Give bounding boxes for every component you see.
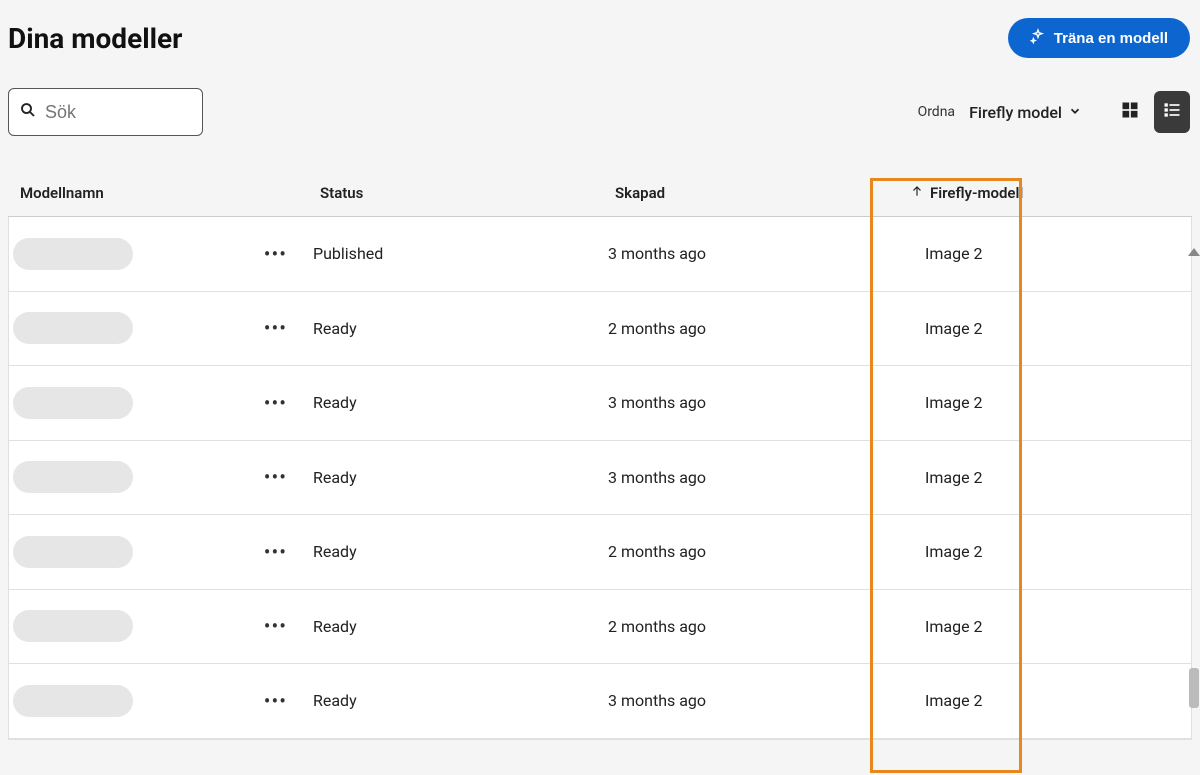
firefly-cell: Image 2 <box>903 393 1193 412</box>
status-cell: Published <box>313 244 608 263</box>
model-name-placeholder <box>13 312 133 344</box>
column-header-status[interactable]: Status <box>320 184 615 202</box>
search-input-wrapper[interactable] <box>8 88 203 136</box>
created-cell: 2 months ago <box>608 617 903 636</box>
sort-arrow-up-icon <box>910 184 924 202</box>
sort-dropdown[interactable]: Firefly model <box>969 103 1082 122</box>
table-row[interactable]: ••• Ready 2 months ago Image 2 <box>9 590 1191 665</box>
more-actions-button[interactable]: ••• <box>258 312 293 344</box>
column-header-created[interactable]: Skapad <box>615 184 910 202</box>
firefly-cell: Image 2 <box>903 244 1193 263</box>
firefly-cell: Image 2 <box>903 542 1193 561</box>
model-name-placeholder <box>13 685 133 717</box>
scroll-up-arrow-icon <box>1188 248 1200 256</box>
table-header-row: Modellnamn Status Skapad Firefly-modell <box>8 156 1192 217</box>
status-cell: Ready <box>313 617 608 636</box>
more-actions-button[interactable]: ••• <box>258 610 293 642</box>
created-cell: 3 months ago <box>608 468 903 487</box>
model-name-placeholder <box>13 387 133 419</box>
created-cell: 3 months ago <box>608 393 903 412</box>
created-cell: 2 months ago <box>608 319 903 338</box>
firefly-cell: Image 2 <box>903 691 1193 710</box>
chevron-down-icon <box>1068 103 1082 122</box>
more-actions-button[interactable]: ••• <box>258 387 293 419</box>
more-actions-button[interactable]: ••• <box>258 536 293 568</box>
model-name-placeholder <box>13 238 133 270</box>
model-name-placeholder <box>13 610 133 642</box>
list-view-button[interactable] <box>1154 91 1190 133</box>
status-cell: Ready <box>313 319 608 338</box>
page-title: Dina modeller <box>8 22 182 55</box>
sort-label: Ordna <box>918 104 956 120</box>
scrollbar[interactable] <box>1188 248 1200 768</box>
train-model-label: Träna en modell <box>1054 30 1168 47</box>
grid-view-button[interactable] <box>1112 91 1148 133</box>
scroll-thumb[interactable] <box>1189 668 1199 708</box>
created-cell: 3 months ago <box>608 244 903 263</box>
status-cell: Ready <box>313 393 608 412</box>
firefly-cell: Image 2 <box>903 468 1193 487</box>
search-input[interactable] <box>45 102 192 123</box>
model-name-placeholder <box>13 536 133 568</box>
table-row[interactable]: ••• Ready 3 months ago Image 2 <box>9 366 1191 441</box>
status-cell: Ready <box>313 468 608 487</box>
table-row[interactable]: ••• Ready 3 months ago Image 2 <box>9 441 1191 516</box>
sparkle-icon <box>1030 28 1046 48</box>
sort-selected-value: Firefly model <box>969 103 1062 122</box>
firefly-cell: Image 2 <box>903 319 1193 338</box>
status-cell: Ready <box>313 691 608 710</box>
column-header-name[interactable]: Modellnamn <box>20 184 320 202</box>
list-icon <box>1162 100 1182 124</box>
more-actions-button[interactable]: ••• <box>258 461 293 493</box>
status-cell: Ready <box>313 542 608 561</box>
table-row[interactable]: ••• Ready 2 months ago Image 2 <box>9 515 1191 590</box>
firefly-cell: Image 2 <box>903 617 1193 636</box>
created-cell: 3 months ago <box>608 691 903 710</box>
more-actions-button[interactable]: ••• <box>258 238 293 270</box>
train-model-button[interactable]: Träna en modell <box>1008 18 1190 58</box>
created-cell: 2 months ago <box>608 542 903 561</box>
table-row[interactable]: ••• Published 3 months ago Image 2 <box>9 217 1191 292</box>
column-header-firefly[interactable]: Firefly-modell <box>910 184 1200 202</box>
more-actions-button[interactable]: ••• <box>258 685 293 717</box>
table-row[interactable]: ••• Ready 2 months ago Image 2 <box>9 292 1191 367</box>
search-icon <box>19 101 37 123</box>
table-body: ••• Published 3 months ago Image 2 ••• R… <box>8 217 1192 740</box>
grid-icon <box>1120 100 1140 124</box>
table-row[interactable]: ••• Ready 3 months ago Image 2 <box>9 664 1191 739</box>
model-name-placeholder <box>13 461 133 493</box>
